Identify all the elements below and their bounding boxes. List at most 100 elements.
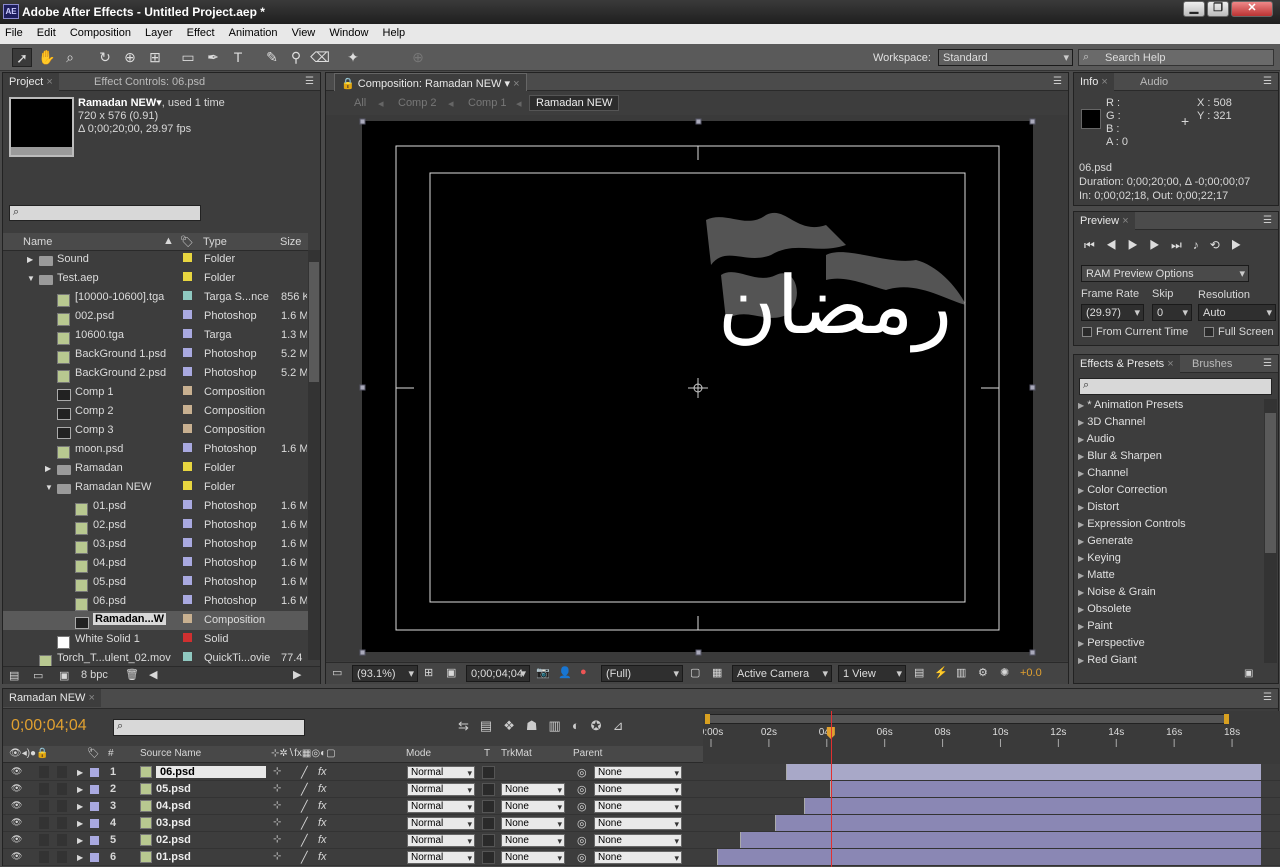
tab-audio[interactable]: Audio xyxy=(1134,73,1174,91)
preserve-transparency-switch[interactable] xyxy=(482,851,495,864)
effect-category[interactable]: ▶ Color Correction xyxy=(1078,484,1167,501)
project-search-input[interactable]: ⌕ xyxy=(9,205,201,221)
show-snapshot-icon[interactable]: 👤 xyxy=(558,666,572,679)
shy-switch-icon[interactable]: ⊹ xyxy=(273,817,281,828)
solo-switch[interactable] xyxy=(39,800,49,812)
crumb-ramadan-new[interactable]: Ramadan NEW xyxy=(529,95,620,111)
expand-arrow-icon[interactable]: ▶ xyxy=(45,464,51,473)
label-color-swatch[interactable] xyxy=(183,367,192,376)
expand-arrow-icon[interactable]: ▶ xyxy=(1078,452,1084,461)
label-color-swatch[interactable] xyxy=(90,819,99,828)
project-item[interactable]: 03.psd Photoshop 1.6 M xyxy=(3,535,308,554)
reset-exposure-icon[interactable]: ✺ xyxy=(1000,666,1009,679)
effect-category[interactable]: ▶ Red Giant xyxy=(1078,654,1137,671)
effect-category[interactable]: ▶ Generate xyxy=(1078,535,1133,552)
shy-switch-icon[interactable]: ⊹ xyxy=(273,851,281,862)
layer-source-name[interactable]: 01.psd xyxy=(156,851,191,863)
expand-arrow-icon[interactable]: ▶ xyxy=(77,802,83,811)
parent-select[interactable]: None xyxy=(594,851,682,864)
label-color-swatch[interactable] xyxy=(183,405,192,414)
crumb-comp2[interactable]: Comp 2 xyxy=(398,97,437,109)
flowchart-icon[interactable]: ⚙ xyxy=(978,666,988,679)
project-item[interactable]: 10600.tga Targa 1.3 M xyxy=(3,326,308,345)
label-color-swatch[interactable] xyxy=(90,785,99,794)
solo-switch[interactable] xyxy=(39,783,49,795)
label-color-swatch[interactable] xyxy=(183,291,192,300)
shy-switch-icon[interactable]: ⊹ xyxy=(273,834,281,845)
snapshot-icon[interactable]: 📷 xyxy=(536,666,550,679)
puppet-pin-tool-icon[interactable]: ✦ xyxy=(343,48,363,67)
project-item[interactable]: 02.psd Photoshop 1.6 M xyxy=(3,516,308,535)
quality-switch-icon[interactable]: ╱ xyxy=(301,817,308,830)
bpc-label[interactable]: 8 bpc xyxy=(81,669,108,681)
pick-whip-icon[interactable]: ◎ xyxy=(577,817,587,830)
parent-select[interactable]: None xyxy=(594,783,682,796)
pick-whip-icon[interactable]: ◎ xyxy=(577,834,587,847)
project-item[interactable]: White Solid 1 Solid xyxy=(3,630,308,649)
project-item[interactable]: BackGround 2.psd Photoshop 5.2 M xyxy=(3,364,308,383)
expand-arrow-icon[interactable]: ▶ xyxy=(1078,605,1084,614)
expand-arrow-icon[interactable]: ▼ xyxy=(27,274,35,283)
track-matte-select[interactable]: None xyxy=(501,800,565,813)
project-item-name[interactable]: Ramadan NEW xyxy=(78,97,156,109)
blend-mode-select[interactable]: Normal xyxy=(407,851,475,864)
search-help-input[interactable]: ⌕ Search Help xyxy=(1078,49,1274,66)
col-source-name[interactable]: Source Name xyxy=(140,748,201,759)
camera-orbit-tool-icon[interactable]: ⊕ xyxy=(120,48,140,67)
effect-category[interactable]: ▶ Paint xyxy=(1078,620,1112,637)
rectangle-mask-tool-icon[interactable]: ▭ xyxy=(178,48,198,67)
layer-duration-bar[interactable] xyxy=(739,832,1261,848)
timeline-layer-row[interactable]: 👁 ▶ 1 06.psd ⊹ ╱ fx Normal ◎ None xyxy=(3,764,1280,781)
effect-category[interactable]: ▶ Blur & Sharpen xyxy=(1078,450,1162,467)
brush-tool-icon[interactable]: ✎ xyxy=(262,48,282,67)
current-time-display[interactable]: 0;00;04;04 xyxy=(466,665,530,682)
minimize-button[interactable]: ▁ xyxy=(1183,1,1205,17)
lock-switch[interactable] xyxy=(57,834,67,846)
label-color-swatch[interactable] xyxy=(183,310,192,319)
view-layout-select[interactable]: 1 View xyxy=(838,665,906,682)
menu-effect[interactable]: Effect xyxy=(182,24,221,39)
col-t[interactable]: T xyxy=(484,748,490,759)
label-color-swatch[interactable] xyxy=(183,614,192,623)
menu-window[interactable]: Window xyxy=(324,24,374,39)
axis-mode-icon[interactable]: ⊕ xyxy=(408,48,428,67)
project-item[interactable]: Comp 3 Composition xyxy=(3,421,308,440)
quality-switch-icon[interactable]: ╱ xyxy=(301,800,308,813)
effect-category[interactable]: ▶ Keying xyxy=(1078,552,1121,569)
frame-blending-icon[interactable]: ▥ xyxy=(549,718,572,733)
channel-rgb-icon[interactable]: ● xyxy=(580,666,587,678)
selection-tool-icon[interactable]: ➚ xyxy=(12,48,32,67)
label-color-swatch[interactable] xyxy=(183,443,192,452)
preserve-transparency-switch[interactable] xyxy=(482,800,495,813)
shy-switch-icon[interactable]: ⊹ xyxy=(273,766,281,777)
interpret-footage-icon[interactable]: ▤ xyxy=(9,669,19,682)
play-icon[interactable]: ▶ xyxy=(1128,238,1150,252)
menu-file[interactable]: File xyxy=(0,24,29,39)
new-folder-icon[interactable]: ▭ xyxy=(33,669,43,682)
expand-arrow-icon[interactable]: ▶ xyxy=(1078,486,1084,495)
tab-timeline-ramadan-new[interactable]: Ramadan NEW × xyxy=(3,689,101,707)
resolution-select[interactable]: (Full) xyxy=(601,665,683,682)
pick-whip-icon[interactable]: ◎ xyxy=(577,851,587,864)
layer-duration-bar[interactable] xyxy=(716,849,1261,865)
expand-arrow-icon[interactable]: ▶ xyxy=(77,785,83,794)
quality-switch-icon[interactable]: ╱ xyxy=(301,766,308,779)
shy-switch-icon[interactable]: ⊹ xyxy=(273,783,281,794)
eye-icon[interactable]: 👁 xyxy=(11,817,22,828)
mask-visibility-icon[interactable]: ▣ xyxy=(446,666,456,679)
label-tag-icon[interactable]: 🏷 xyxy=(87,748,100,759)
timeline-layer-row[interactable]: 👁 ▶ 5 02.psd ⊹ ╱ fx Normal None ◎ None xyxy=(3,832,1280,849)
project-item[interactable]: ▶ Ramadan Folder xyxy=(3,459,308,478)
expand-arrow-icon[interactable]: ▶ xyxy=(1078,469,1084,478)
tab-effect-controls[interactable]: Effect Controls: 06.psd xyxy=(88,73,211,91)
expand-arrow-icon[interactable]: ▶ xyxy=(77,819,83,828)
frame-rate-select[interactable]: (29.97) xyxy=(1081,304,1144,321)
label-color-swatch[interactable] xyxy=(183,519,192,528)
timeline-layer-row[interactable]: 👁 ▶ 6 01.psd ⊹ ╱ fx Normal None ◎ None xyxy=(3,849,1280,866)
menu-layer[interactable]: Layer xyxy=(140,24,179,39)
preview-resolution-select[interactable]: Auto xyxy=(1198,304,1276,321)
expand-arrow-icon[interactable]: ▶ xyxy=(1078,520,1084,529)
effect-switch-icon[interactable]: fx xyxy=(318,783,327,795)
track-matte-select[interactable]: None xyxy=(501,783,565,796)
project-item[interactable]: ▶ Sound Folder xyxy=(3,250,308,269)
